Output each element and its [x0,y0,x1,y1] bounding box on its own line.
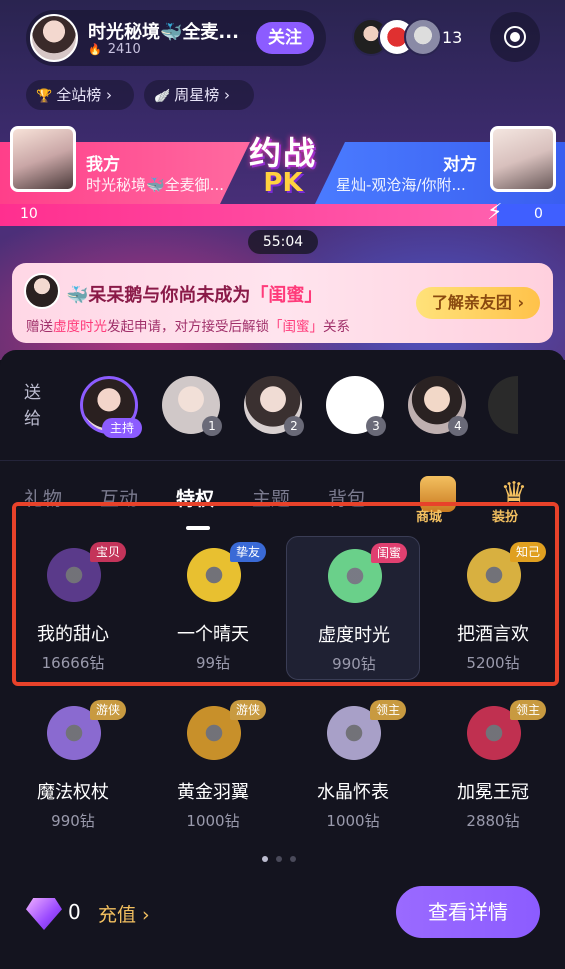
notice-title-text: 🐳呆呆鹅与你尚未成为 [66,285,251,306]
recipient-host[interactable]: 主持 [80,376,142,438]
trophy-icon: 🏆 [36,89,53,104]
send-to-label: 送给 [24,383,41,429]
host-score: 🔥 2410 [88,42,141,57]
site-rank-chip[interactable]: 🏆 全站榜 › [26,80,134,110]
seat-number: 2 [284,416,304,436]
gift-tag: 领主 [510,700,547,720]
diamond-balance: 0 [68,900,81,924]
gift-item[interactable]: 领主水晶怀表 1000钻 [286,694,420,838]
gift-price: 1000钻 [326,812,380,830]
opponent-room: 星灿-观沧海/你附... [336,176,466,194]
gift-panel: 送给 主持 1 2 3 4 礼物 互动 特权 主题 背包 商城 ♛ 装扮 宝贝我… [0,350,565,969]
recipient-seat-2[interactable]: 2 [244,376,304,436]
page-indicator [262,856,312,864]
opponent-score: 0 [534,206,543,222]
notice-sub-text: 关系 [323,319,350,335]
host-info-pill[interactable]: 时光秘境🐳全麦... 🔥 2410 关注 [26,10,326,66]
gift-tag: 领主 [370,700,407,720]
host-tag: 主持 [102,418,142,438]
week-star-chip[interactable]: 🪽 周星榜 › [144,80,254,110]
opponent-title: 对方 [443,155,477,175]
record-dot-icon [510,32,520,42]
recipient-more[interactable] [488,376,518,434]
gift-name: 黄金羽翼 [177,782,249,803]
viewer-avatar [404,18,442,56]
fire-icon: 🔥 [88,43,102,56]
our-side-avatar[interactable] [10,126,76,192]
pk-timer: 55:04 [248,230,318,254]
host-score-value: 2410 [107,42,141,57]
wings-icon: 🪽 [154,89,171,104]
recipient-seat-4[interactable]: 4 [408,376,468,436]
notice-avatar [24,273,60,309]
our-score: 10 [20,206,38,222]
gift-tag: 游侠 [90,700,127,720]
pk-battle-logo: 约战 PK [228,128,338,214]
notice-subtitle: 赠送虚度时光发起申请，对方接受后解锁「闺蜜」关系 [26,315,350,335]
divider [0,460,565,461]
bestie-notice-card[interactable]: 🐳呆呆鹅与你尚未成为「闺蜜」 赠送虚度时光发起申请，对方接受后解锁「闺蜜」关系 … [12,263,553,343]
page-dot [290,856,296,862]
diamond-icon [26,898,62,930]
recipient-seat-1[interactable]: 1 [162,376,222,436]
notice-sub-text: 赠送 [26,319,53,335]
record-button[interactable] [490,12,540,62]
gift-item[interactable]: 游侠魔法权杖 990钻 [6,694,140,838]
gift-item[interactable]: 领主加冕王冠 2880钻 [426,694,560,838]
gift-name: 水晶怀表 [317,782,389,803]
highlight-frame [12,502,559,686]
host-avatar[interactable] [30,14,78,62]
online-viewers[interactable]: 13 [352,14,472,60]
notice-sub-text: 发起申请，对方接受后解锁 [107,319,269,335]
viewer-count: 13 [442,28,463,47]
gift-price: 1000钻 [186,812,240,830]
recipient-avatar [488,376,518,434]
recharge-link[interactable]: 充值 › [98,900,150,927]
lightning-icon: ⚡ [487,200,503,225]
follow-button[interactable]: 关注 [256,22,314,54]
gift-name: 加冕王冠 [457,782,529,803]
gift-price: 990钻 [51,812,95,830]
seat-number: 1 [202,416,222,436]
pk-logo-bottom: PK [263,168,303,198]
our-side-title: 我方 [86,155,120,175]
seat-number: 4 [448,416,468,436]
host-name: 时光秘境🐳全麦... [88,22,239,43]
gift-name: 魔法权杖 [37,782,109,803]
week-star-label: 周星榜 [174,86,220,104]
opponent-avatar[interactable] [490,126,556,192]
notice-sub-relation: 「闺蜜」 [269,319,323,335]
recipient-seat-3[interactable]: 3 [326,376,386,436]
view-details-button[interactable]: 查看详情 [396,886,540,938]
notice-sub-gift: 虚度时光 [53,319,107,335]
notice-title: 🐳呆呆鹅与你尚未成为「闺蜜」 [66,281,322,307]
page-dot [276,856,282,862]
site-rank-label: 全站榜 [56,86,102,104]
gift-price: 2880钻 [466,812,520,830]
learn-friend-group-button[interactable]: 了解亲友团 › [416,287,540,319]
gift-item[interactable]: 游侠黄金羽翼 1000钻 [146,694,280,838]
notice-title-highlight: 「闺蜜」 [250,285,323,306]
gift-tag: 游侠 [230,700,267,720]
page-dot [262,856,268,862]
learn-friend-group-label: 了解亲友团 [431,293,512,312]
our-side-room: 时光秘境🐳全麦御... [86,176,224,194]
seat-number: 3 [366,416,386,436]
wallet-bar: 0 充值 › 查看详情 [0,880,565,969]
live-room-stage: 时光秘境🐳全麦... 🔥 2410 关注 13 🏆 全站榜 › 🪽 周星榜 › 我方 … [0,0,565,360]
